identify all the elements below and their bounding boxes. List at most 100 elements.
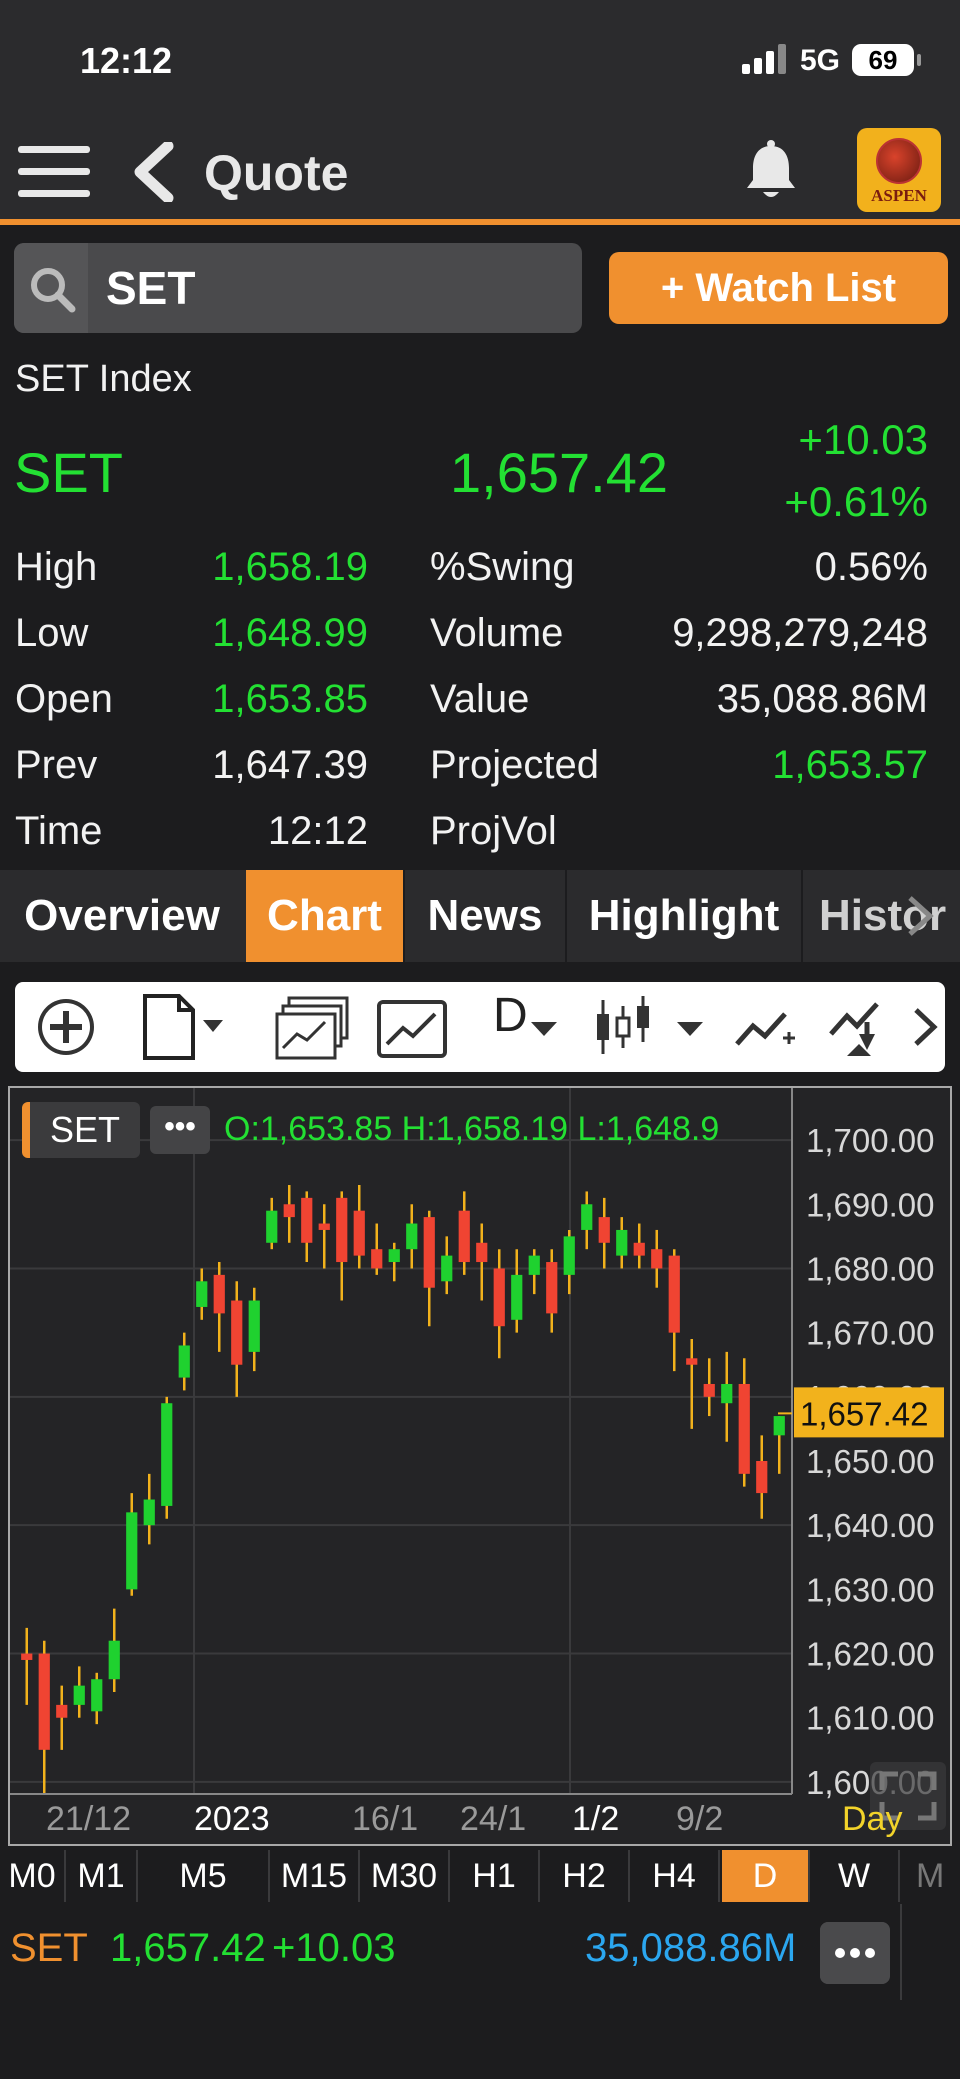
tab-overview[interactable]: Overview xyxy=(0,870,244,962)
bottom-symbol[interactable]: SET xyxy=(10,1926,88,1971)
candle-body xyxy=(301,1197,313,1243)
tab-news[interactable]: News xyxy=(405,870,565,962)
tab-highlight[interactable]: Highlight xyxy=(567,870,801,962)
low-label: Low xyxy=(15,611,89,655)
chevron-right-icon[interactable] xyxy=(910,992,940,1062)
bottom-last-price: 1,657.42 xyxy=(110,1926,266,1970)
candle-body xyxy=(598,1217,610,1243)
candle-body xyxy=(563,1236,575,1275)
projected-label: Projected xyxy=(430,743,599,787)
swing-value: 0.56% xyxy=(814,545,928,589)
open-label: Open xyxy=(15,677,113,721)
period-h4[interactable]: H4 xyxy=(630,1850,720,1902)
value-value: 35,088.86M xyxy=(716,677,928,721)
price-change: +10.03 xyxy=(798,416,928,463)
swing-label: %Swing xyxy=(430,545,575,589)
battery-icon: 69 xyxy=(852,44,921,76)
period-d[interactable]: D xyxy=(722,1850,810,1902)
candle-body xyxy=(353,1210,365,1256)
prev-label: Prev xyxy=(15,743,98,787)
x-axis-label: 16/1 xyxy=(352,1800,419,1838)
drawing-tools-icon[interactable] xyxy=(733,992,799,1062)
period-m30[interactable]: M30 xyxy=(360,1850,450,1902)
chevron-down-icon[interactable] xyxy=(527,992,561,1062)
period-m1[interactable]: M1 xyxy=(66,1850,138,1902)
candle-body xyxy=(651,1249,663,1269)
candle-body xyxy=(668,1255,680,1333)
price-chart[interactable]: 1,700.001,690.001,680.001,670.001,660.00… xyxy=(8,1086,952,1846)
tab-chart[interactable]: Chart xyxy=(246,870,403,962)
nav-bar: Quote ASPEN xyxy=(0,120,960,225)
bottom-quote-bar: SET 1,657.42 +10.03 35,088.86M xyxy=(0,1904,960,2000)
chart-more-button[interactable]: ••• xyxy=(150,1106,210,1154)
alert-arrow-icon[interactable] xyxy=(827,992,897,1062)
price-change-percent: +0.61% xyxy=(784,478,928,525)
last-price: 1,657.42 xyxy=(450,441,668,504)
candle-body xyxy=(318,1223,330,1230)
symbol-search xyxy=(14,243,582,333)
value-label: Value xyxy=(430,677,530,721)
add-indicator-icon[interactable] xyxy=(33,992,99,1062)
cellular-signal-icon xyxy=(742,44,786,74)
candle-body xyxy=(423,1217,435,1288)
volume-label: Volume xyxy=(430,611,564,655)
high-value: 1,658.19 xyxy=(212,545,368,589)
candle-body xyxy=(38,1653,50,1750)
period-w[interactable]: W xyxy=(810,1850,900,1902)
period-m15[interactable]: M15 xyxy=(270,1850,360,1902)
chevron-right-icon[interactable] xyxy=(900,894,940,938)
candle-body xyxy=(283,1204,295,1218)
chart-templates-icon[interactable] xyxy=(275,992,351,1062)
candlestick-chart[interactable]: 1,700.001,690.001,680.001,670.001,660.00… xyxy=(10,1088,950,1844)
x-axis-label: 2023 xyxy=(194,1800,270,1838)
chart-symbol-chip[interactable]: SET xyxy=(22,1102,140,1158)
candle-body xyxy=(441,1255,453,1282)
ohl-readout: O:1,653.85 H:1,658.19 L:1,648.9 xyxy=(224,1110,720,1148)
period-h1[interactable]: H1 xyxy=(450,1850,540,1902)
candle-body xyxy=(178,1345,190,1378)
globe-icon xyxy=(876,138,922,184)
candle-body xyxy=(633,1242,645,1256)
candle-body xyxy=(248,1300,260,1352)
candle-body xyxy=(213,1274,225,1314)
bottom-value: 35,088.86M xyxy=(585,1926,797,1970)
symbol-search-input[interactable] xyxy=(106,261,566,315)
chart-toolbar: D xyxy=(15,982,945,1072)
high-label: High xyxy=(15,545,98,589)
time-label: Time xyxy=(15,809,103,853)
candle-body xyxy=(773,1416,785,1436)
saved-chart-icon[interactable] xyxy=(375,992,451,1062)
aspen-logo[interactable]: ASPEN xyxy=(857,128,941,212)
time-value: 12:12 xyxy=(267,809,368,853)
search-icon xyxy=(31,268,76,313)
candle-body xyxy=(476,1242,488,1263)
candle-body xyxy=(458,1210,470,1263)
document-icon[interactable] xyxy=(137,992,227,1062)
period-bar: M0 M1 M5 M15 M30 H1 H2 H4 D W M xyxy=(0,1850,960,1902)
period-h2[interactable]: H2 xyxy=(540,1850,630,1902)
y-axis-tick-label: 1,670.00 xyxy=(806,1315,934,1352)
timeframe-select[interactable]: D xyxy=(493,988,528,1043)
candle-body xyxy=(511,1274,523,1320)
search-icon-box[interactable] xyxy=(14,243,88,333)
chart-type-candles-icon[interactable] xyxy=(591,992,711,1062)
candle-body xyxy=(56,1704,68,1718)
more-options-icon[interactable] xyxy=(820,1922,890,1984)
period-m0[interactable]: M0 xyxy=(0,1850,66,1902)
candle-body xyxy=(581,1204,593,1230)
add-watchlist-button[interactable]: + Watch List xyxy=(609,252,948,324)
back-chevron-icon[interactable] xyxy=(130,142,180,202)
status-time: 12:12 xyxy=(80,40,173,81)
period-m[interactable]: M xyxy=(900,1850,960,1902)
y-axis-tick-label: 1,620.00 xyxy=(806,1636,934,1673)
candle-body xyxy=(686,1358,698,1365)
projvol-label: ProjVol xyxy=(430,809,557,853)
bell-icon[interactable] xyxy=(742,140,800,202)
network-type: 5G xyxy=(800,44,841,77)
y-axis-tick-label: 1,650.00 xyxy=(806,1443,934,1480)
prev-value: 1,647.39 xyxy=(212,743,368,787)
quote-tabs: Overview Chart News Highlight Histor xyxy=(0,870,960,962)
hamburger-menu-icon[interactable] xyxy=(18,142,90,202)
candle-body xyxy=(493,1268,505,1327)
period-m5[interactable]: M5 xyxy=(138,1850,270,1902)
